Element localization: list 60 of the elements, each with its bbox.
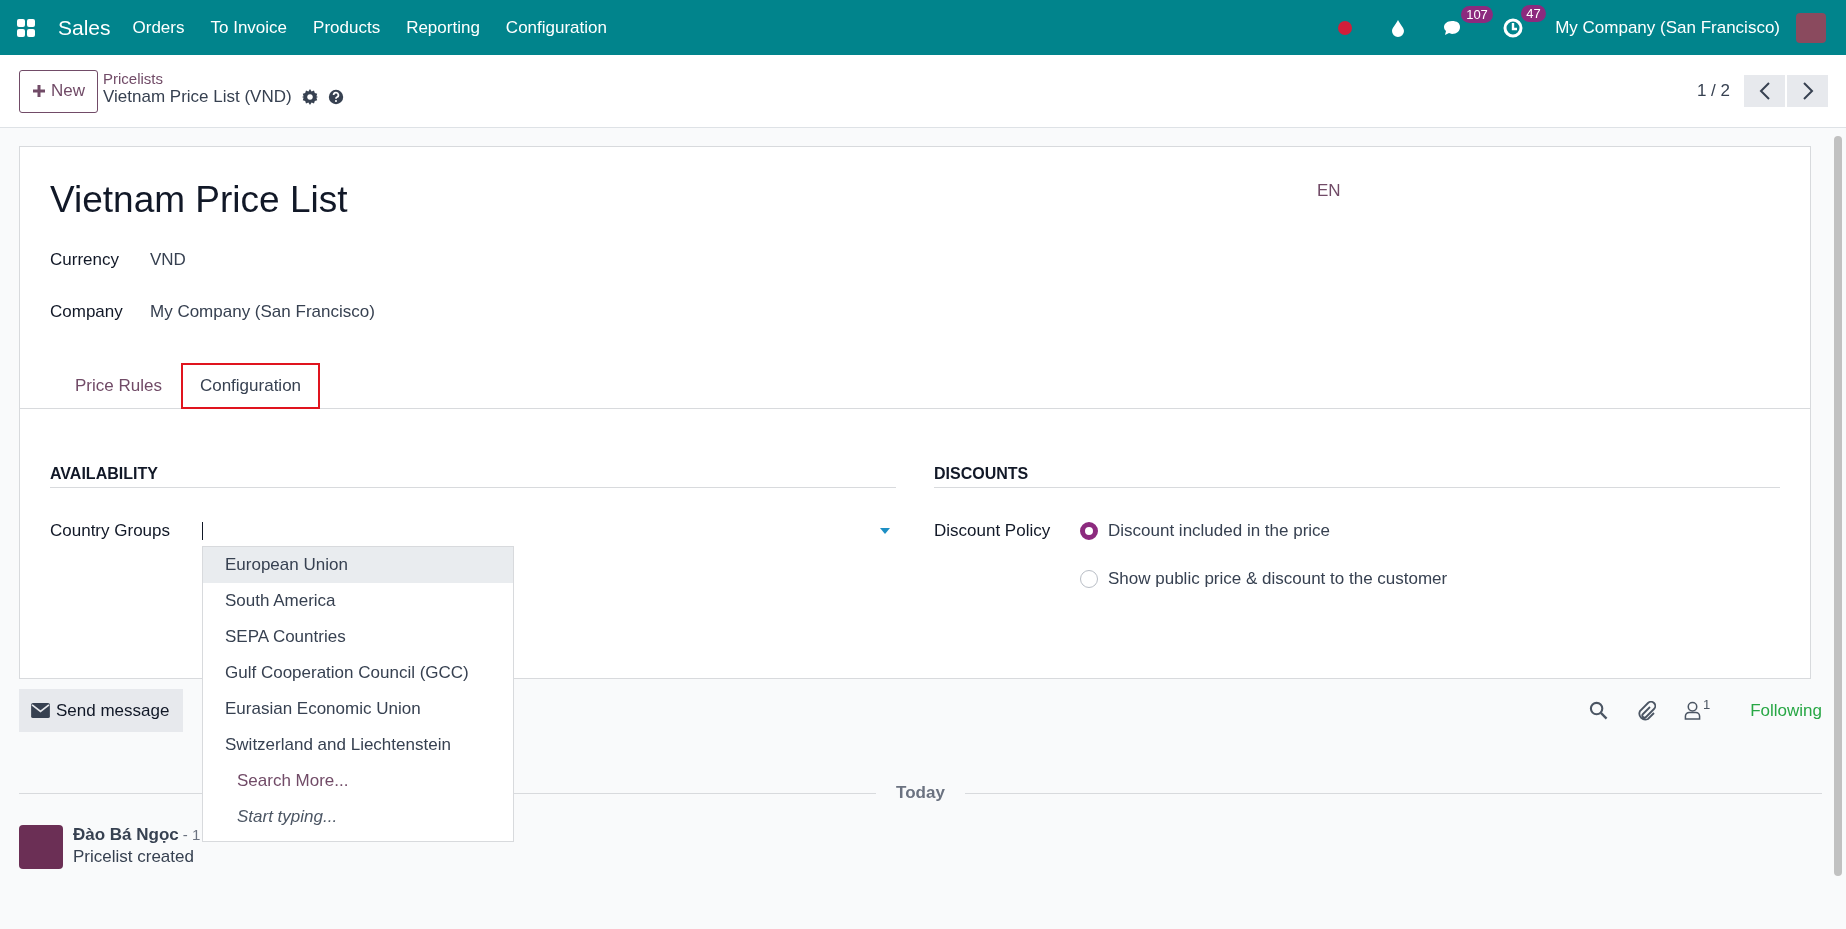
language-button[interactable]: EN: [1317, 181, 1341, 201]
apps-grid-icon[interactable]: [16, 17, 36, 38]
help-icon[interactable]: [327, 88, 344, 105]
next-button[interactable]: [1787, 75, 1828, 107]
hint-text: Start typing...: [236, 806, 339, 828]
menu-item[interactable]: Configuration: [505, 17, 607, 38]
message-count-badge: 107: [1461, 5, 1493, 23]
dropdown-option[interactable]: Eurasian Economic Union: [203, 691, 513, 727]
author-avatar: [19, 825, 63, 869]
record-name: Vietnam Price List: [50, 179, 348, 221]
envelope-icon: [31, 703, 50, 718]
pager-value: 1 / 2: [1696, 81, 1730, 101]
section-heading: DISCOUNTS: [934, 465, 1780, 488]
menu-item[interactable]: Reporting: [406, 17, 480, 38]
menu-item[interactable]: Orders: [132, 17, 185, 38]
field-value[interactable]: My Company (San Francisco): [150, 302, 375, 322]
breadcrumb-link[interactable]: Pricelists: [103, 69, 344, 87]
message-meta: - 1: [182, 826, 201, 843]
previous-button[interactable]: [1744, 75, 1785, 107]
company-switcher[interactable]: My Company (San Francisco): [1555, 17, 1780, 38]
dropdown-option[interactable]: European Union: [203, 547, 513, 583]
send-message-button[interactable]: Send message: [19, 689, 184, 732]
app-name[interactable]: Sales: [58, 15, 111, 40]
dropdown-option[interactable]: Gulf Cooperation Council (GCC): [203, 655, 513, 691]
record-title: Vietnam Price List (VND): [103, 86, 292, 107]
dropdown-option[interactable]: SEPA Countries: [203, 619, 513, 655]
tab[interactable]: Price Rules: [56, 363, 181, 409]
radio-label: Discount included in the price: [1108, 520, 1331, 542]
chevron-right-icon: [1801, 82, 1814, 100]
radio-label: Show public price & discount to the customer: [1108, 568, 1448, 590]
person-icon[interactable]: [1683, 701, 1701, 720]
field-label: Discount Policy: [934, 520, 1052, 542]
activity-count-badge: 47: [1521, 4, 1546, 22]
clock-icon[interactable]: [1503, 17, 1524, 38]
menu-item[interactable]: Products: [313, 17, 381, 38]
date-divider: Today: [896, 783, 945, 803]
message-body: Pricelist created: [73, 847, 195, 867]
field-label: Company: [50, 302, 124, 322]
search-icon[interactable]: [1588, 701, 1608, 720]
field-label: Country Groups: [50, 520, 171, 542]
tab[interactable]: Configuration: [180, 363, 321, 409]
field-value[interactable]: VND: [150, 250, 186, 270]
chevron-left-icon: [1758, 82, 1771, 100]
author-name[interactable]: Đào Bá Ngọc: [73, 825, 179, 844]
settings-icon[interactable]: [301, 88, 318, 105]
paperclip-icon[interactable]: [1635, 700, 1656, 721]
drop-icon[interactable]: [1391, 18, 1406, 37]
section-heading: AVAILABILITY: [50, 465, 896, 488]
new-button[interactable]: New: [19, 69, 98, 113]
dropdown-option[interactable]: Switzerland and Liechtenstein: [203, 727, 513, 763]
scrollbar[interactable]: [1834, 136, 1842, 876]
follower-count: 1: [1702, 697, 1711, 712]
menu-item[interactable]: To Invoice: [210, 17, 288, 38]
plus-icon: [32, 84, 46, 98]
record-dot-icon[interactable]: [1337, 19, 1354, 36]
caret-down-icon[interactable]: [880, 528, 890, 534]
field-label: Currency: [50, 250, 120, 270]
dropdown-option[interactable]: South America: [203, 583, 513, 619]
search-more-link[interactable]: Search More...: [203, 763, 513, 799]
radio-button[interactable]: [1080, 522, 1098, 540]
